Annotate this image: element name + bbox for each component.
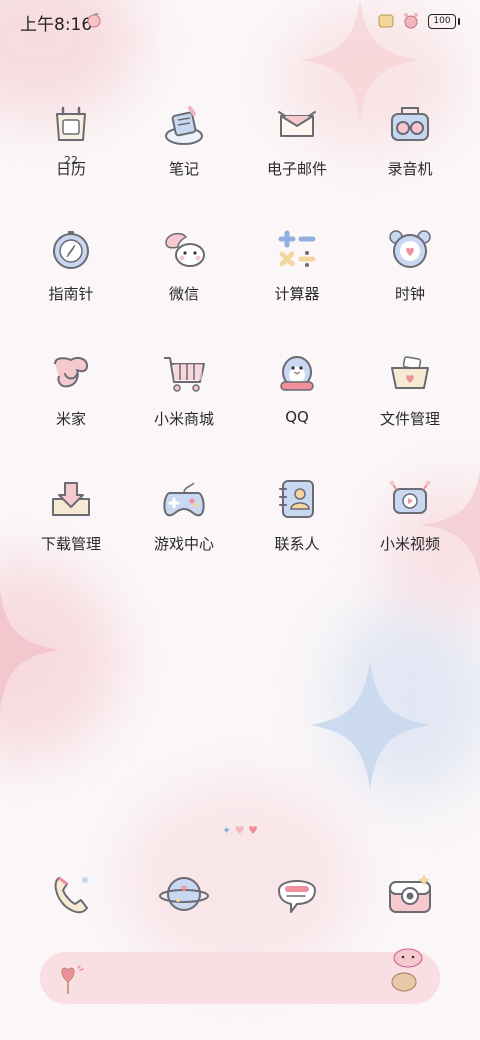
app-file-manager[interactable]: 文件管理: [355, 344, 465, 429]
dock-camera[interactable]: [355, 862, 465, 920]
app-label: 微信: [168, 285, 199, 303]
alarm-cute-icon: [404, 13, 418, 29]
browser-planet-icon: [159, 877, 209, 911]
phone-icon: [54, 876, 88, 914]
pig-mascot-icon: [391, 948, 423, 992]
app-mi-video[interactable]: 小米视频: [355, 469, 465, 554]
email-icon: [278, 111, 316, 137]
download-manager-icon: [52, 482, 90, 516]
app-recorder[interactable]: 录音机: [355, 94, 465, 179]
page-dot-star: ✦: [222, 824, 232, 837]
recorder-icon: [391, 107, 429, 141]
app-label: 游戏中心: [153, 535, 214, 553]
search-bar[interactable]: [40, 948, 440, 1004]
compass-icon: [53, 231, 89, 269]
app-clock[interactable]: 时钟: [355, 219, 465, 304]
qq-icon: [280, 356, 314, 391]
game-center-icon: [163, 482, 205, 517]
app-label: 下载管理: [40, 535, 101, 553]
app-label: 录音机: [387, 160, 433, 178]
app-label: 小米视频: [379, 535, 440, 553]
status-bar: 上午8:16 100: [0, 0, 480, 42]
app-notes[interactable]: 笔记: [129, 94, 239, 179]
app-mi-store[interactable]: 小米商城: [129, 344, 239, 429]
app-label: QQ: [285, 408, 309, 426]
page-indicator[interactable]: ✦ ♥ ♥: [0, 824, 480, 837]
app-mijia[interactable]: 米家: [16, 344, 126, 429]
app-compass[interactable]: 指南针: [16, 219, 126, 304]
app-label: 文件管理: [379, 410, 440, 428]
page-dot-heart: ♥: [234, 824, 245, 837]
dock-browser[interactable]: [129, 862, 239, 920]
mijia-icon: [54, 357, 88, 388]
app-qq[interactable]: QQ: [242, 344, 352, 426]
app-contacts[interactable]: 联系人: [242, 469, 352, 554]
app-label: 联系人: [274, 535, 320, 553]
calculator-icon: [278, 230, 316, 267]
app-label: 笔记: [168, 160, 199, 178]
mi-video-icon: [389, 480, 431, 514]
messages-icon: [278, 880, 316, 913]
notes-icon: [165, 106, 203, 145]
app-game-center[interactable]: 游戏中心: [129, 469, 239, 554]
app-label: 时钟: [394, 285, 425, 303]
app-label: 电子邮件: [266, 160, 327, 178]
calendar-date-badge: 22: [64, 154, 78, 167]
peach-icon: [87, 13, 101, 28]
app-calculator[interactable]: 计算器: [242, 219, 352, 304]
app-wechat[interactable]: 微信: [129, 219, 239, 304]
dock-messages[interactable]: [242, 862, 352, 920]
camera-icon: [389, 874, 431, 913]
calendar-icon: [56, 106, 86, 141]
clock-icon: [389, 230, 431, 268]
app-email[interactable]: 电子邮件: [242, 94, 352, 179]
contacts-icon: [279, 480, 314, 518]
app-label: 米家: [55, 410, 86, 428]
app-download-manager[interactable]: 下载管理: [16, 469, 126, 554]
dock-phone[interactable]: [16, 862, 126, 920]
widget-icon: [378, 14, 394, 28]
lollipop-heart-icon: [61, 965, 84, 994]
battery-indicator: 100: [428, 13, 460, 29]
app-label: 计算器: [274, 285, 320, 303]
app-label: 小米商城: [153, 410, 214, 428]
file-manager-icon: [391, 356, 429, 389]
mi-store-icon: [164, 357, 205, 392]
status-time: 上午8:16: [20, 15, 93, 35]
page-dot-heart-active: ♥: [248, 824, 258, 837]
app-label: 指南针: [48, 285, 94, 303]
app-calendar[interactable]: 22 日历: [16, 94, 126, 179]
wechat-icon: [165, 232, 205, 267]
